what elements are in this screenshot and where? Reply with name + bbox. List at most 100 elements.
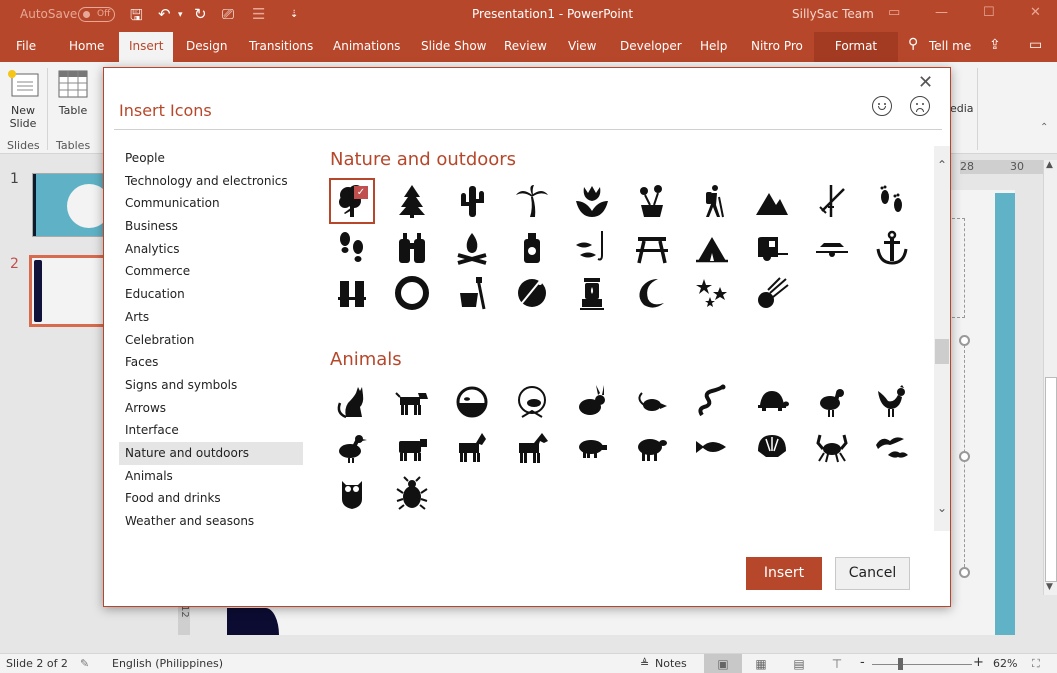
numbering-icon[interactable]: ☰ (252, 5, 265, 23)
category-item[interactable]: Celebration (119, 329, 303, 352)
meteor-icon[interactable] (749, 270, 795, 316)
duck-icon[interactable] (329, 424, 375, 470)
category-item[interactable]: Signs and symbols (119, 374, 303, 397)
tell-me-field[interactable]: Tell me (929, 39, 971, 53)
start-slideshow-icon[interactable]: ⎚ (222, 5, 234, 23)
fit-slide-icon[interactable]: ⛶ (1032, 657, 1040, 671)
ski-poles-icon[interactable] (809, 178, 855, 224)
lantern-icon[interactable] (569, 270, 615, 316)
smile-icon[interactable] (872, 96, 892, 116)
palm-tree-icon[interactable] (509, 178, 555, 224)
comments-icon[interactable]: ▭ (1029, 37, 1042, 53)
resize-handle[interactable] (959, 567, 970, 578)
insert-button[interactable]: Insert (746, 557, 822, 590)
customize-toolbar-icon[interactable]: ⇣ (290, 9, 298, 20)
tab-view[interactable]: View (568, 39, 596, 53)
pine-tree-icon[interactable] (389, 178, 435, 224)
beetle-icon[interactable] (389, 470, 435, 516)
mouse-icon[interactable] (629, 378, 675, 424)
slideshow-view-icon[interactable]: ⊤ (818, 654, 856, 673)
binoculars-icon[interactable] (389, 224, 435, 270)
zoom-out-icon[interactable]: - (860, 655, 865, 670)
fishing-icon[interactable] (569, 224, 615, 270)
tab-home[interactable]: Home (69, 39, 104, 53)
media-label[interactable]: edia (950, 102, 974, 115)
category-item[interactable]: Analytics (119, 238, 303, 261)
tent-icon[interactable] (689, 224, 735, 270)
tab-file[interactable]: File (16, 39, 36, 53)
category-item[interactable]: Commerce (119, 260, 303, 283)
footprints-icon[interactable] (869, 178, 915, 224)
window-close-icon[interactable]: ✕ (1030, 5, 1041, 20)
redo-icon[interactable]: ↻ (194, 5, 207, 23)
minimize-icon[interactable]: — (935, 5, 948, 20)
category-item[interactable]: Nature and outdoors (119, 441, 303, 465)
zoom-slider-knob[interactable] (898, 658, 903, 670)
zoom-slider[interactable] (872, 664, 972, 665)
editor-scrollbar[interactable]: ▲ ▼ (1043, 160, 1057, 595)
tab-animations[interactable]: Animations (333, 39, 400, 53)
fish-icon[interactable] (689, 424, 735, 470)
stars-icon[interactable] (689, 270, 735, 316)
scroll-up-icon[interactable]: ▲ (1046, 160, 1053, 170)
beach-ball-icon[interactable] (509, 270, 555, 316)
search-icon[interactable]: ⚲ (908, 36, 918, 52)
notes-button[interactable]: Notes (655, 657, 687, 670)
tab-help[interactable]: Help (700, 39, 727, 53)
life-ring-icon[interactable] (389, 270, 435, 316)
goat-icon[interactable] (449, 424, 495, 470)
campfire-icon[interactable] (449, 224, 495, 270)
maximize-icon[interactable]: ☐ (983, 5, 995, 20)
bug-spray-icon[interactable] (509, 224, 555, 270)
category-item[interactable]: Business (119, 215, 303, 238)
user-name[interactable]: SillySac Team (792, 7, 874, 21)
cow-icon[interactable] (389, 424, 435, 470)
fishbowl-icon[interactable] (449, 378, 495, 424)
tree-icon[interactable]: ✓ (329, 178, 375, 224)
horse-icon[interactable] (509, 424, 555, 470)
tab-slide-show[interactable]: Slide Show (421, 39, 486, 53)
language-indicator[interactable]: English (Philippines) (112, 657, 223, 670)
cat-icon[interactable] (329, 378, 375, 424)
dog-icon[interactable] (389, 378, 435, 424)
cactus-icon[interactable] (449, 178, 495, 224)
scroll-thumb[interactable] (1045, 377, 1057, 582)
rooster-icon[interactable] (869, 378, 915, 424)
cancel-button[interactable]: Cancel (835, 557, 910, 590)
reading-view-icon[interactable]: ▤ (780, 654, 818, 673)
share-icon[interactable]: ⇪ (989, 37, 1001, 53)
moon-icon[interactable] (629, 270, 675, 316)
frown-icon[interactable] (910, 96, 930, 116)
slide-sorter-icon[interactable]: ▦ (742, 654, 780, 673)
crab-icon[interactable] (809, 424, 855, 470)
bats-icon[interactable] (869, 424, 915, 470)
autosave-toggle[interactable]: Off (78, 7, 115, 22)
turtle-icon[interactable] (749, 378, 795, 424)
hamster-wheel-icon[interactable] (509, 378, 555, 424)
tab-review[interactable]: Review (504, 39, 547, 53)
undo-icon[interactable]: ↶ (158, 5, 171, 23)
ribbon-display-icon[interactable]: ▭ (888, 5, 900, 20)
scroll-thumb[interactable] (935, 339, 949, 364)
chicken-icon[interactable] (809, 378, 855, 424)
camper-trailer-icon[interactable] (749, 224, 795, 270)
hiker-icon[interactable] (689, 178, 735, 224)
sand-bucket-icon[interactable] (449, 270, 495, 316)
tab-developer[interactable]: Developer (620, 39, 682, 53)
chevron-up-icon[interactable]: ⌃ (934, 158, 950, 172)
undo-dropdown-icon[interactable]: ▾ (178, 10, 183, 20)
new-slide-button[interactable]: New Slide (4, 68, 42, 136)
category-item[interactable]: Animals (119, 465, 303, 488)
category-item[interactable]: Education (119, 283, 303, 306)
anchor-icon[interactable] (869, 224, 915, 270)
mountain-icon[interactable] (749, 178, 795, 224)
category-item[interactable]: Food and drinks (119, 487, 303, 510)
life-vest-icon[interactable] (329, 270, 375, 316)
category-item[interactable]: Communication (119, 192, 303, 215)
navy-shape[interactable] (227, 608, 279, 635)
resize-handle[interactable] (959, 335, 970, 346)
picnic-table-icon[interactable] (629, 224, 675, 270)
category-item[interactable]: Arts (119, 306, 303, 329)
pig-icon[interactable] (569, 424, 615, 470)
scroll-down-icon[interactable]: ▼ (1046, 582, 1053, 592)
